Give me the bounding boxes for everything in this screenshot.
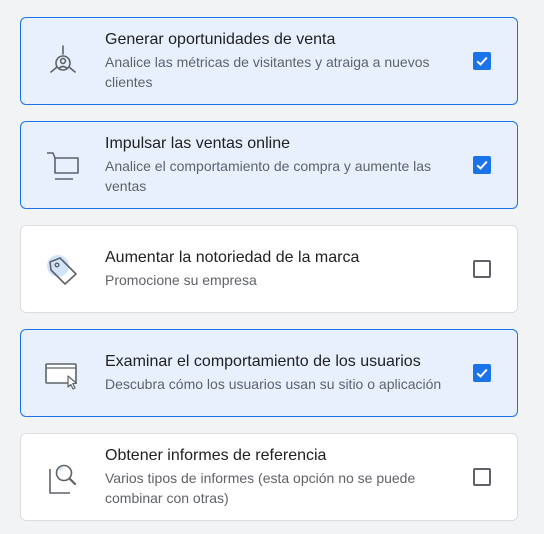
option-checkbox[interactable] <box>473 364 491 382</box>
browser-cursor-icon <box>43 354 83 394</box>
option-card-brand-awareness[interactable]: Aumentar la notoriedad de la marca Promo… <box>20 225 518 313</box>
option-title: Examinar el comportamiento de los usuari… <box>105 353 421 370</box>
report-magnifier-icon <box>43 458 83 498</box>
business-objectives-list: Generar oportunidades de venta Analice l… <box>0 0 544 534</box>
option-title: Generar oportunidades de venta <box>105 31 336 48</box>
option-checkbox[interactable] <box>473 468 491 486</box>
option-description: Analice el comportamiento de compra y au… <box>105 158 432 194</box>
option-card-user-behavior[interactable]: Examinar el comportamiento de los usuari… <box>20 329 518 417</box>
option-description: Descubra cómo los usuarios usan su sitio… <box>105 376 442 392</box>
lead-generation-icon <box>43 42 83 82</box>
option-card-benchmark-reports[interactable]: Obtener informes de referencia Varios ti… <box>20 433 518 521</box>
checkmark-icon <box>476 160 488 170</box>
option-description: Varios tipos de informes (esta opción no… <box>105 470 416 506</box>
option-card-online-sales[interactable]: Impulsar las ventas online Analice el co… <box>20 121 518 209</box>
option-card-generate-leads[interactable]: Generar oportunidades de venta Analice l… <box>20 17 518 105</box>
checkmark-icon <box>476 368 488 378</box>
price-tag-icon <box>43 250 83 290</box>
option-checkbox[interactable] <box>473 52 491 70</box>
option-title: Obtener informes de referencia <box>105 447 327 464</box>
option-checkbox[interactable] <box>473 260 491 278</box>
option-title: Aumentar la notoriedad de la marca <box>105 249 360 266</box>
shopping-cart-icon <box>43 146 83 186</box>
option-description: Analice las métricas de visitantes y atr… <box>105 54 430 90</box>
option-checkbox[interactable] <box>473 156 491 174</box>
option-title: Impulsar las ventas online <box>105 135 290 152</box>
option-description: Promocione su empresa <box>105 272 257 288</box>
checkmark-icon <box>476 56 488 66</box>
